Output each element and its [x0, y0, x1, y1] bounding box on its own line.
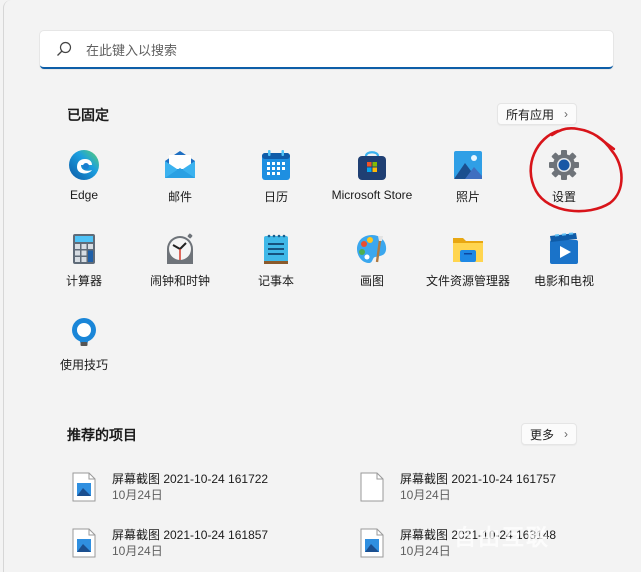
pinned-app-microsoft-store[interactable]: Microsoft Store [324, 142, 420, 216]
pinned-app-tips[interactable]: 使用技巧 [36, 310, 132, 384]
tips-lightbulb-icon [72, 318, 96, 346]
all-apps-label: 所有应用 [506, 107, 555, 122]
image-file-icon [72, 528, 96, 558]
store-icon [358, 151, 386, 180]
recommended-item-date: 10月24日 [112, 544, 163, 558]
recommended-item-name: 屏幕截图 2021-10-24 161722 [112, 472, 269, 486]
photos-icon [454, 151, 482, 179]
pinned-app-paint[interactable]: 画图 [324, 226, 420, 300]
pinned-app-file-explorer[interactable]: 文件资源管理器 [420, 226, 516, 300]
app-label: 使用技巧 [59, 358, 108, 372]
recommended-item[interactable]: 屏幕截图 2021-10-24 161757 10月24日 [360, 466, 600, 510]
more-button[interactable]: 更多 › [521, 423, 578, 445]
all-apps-button[interactable]: 所有应用 › [497, 103, 578, 125]
app-label: 闹钟和时钟 [149, 274, 210, 288]
edge-icon [69, 150, 99, 180]
image-file-icon [360, 528, 384, 558]
mail-icon [165, 151, 195, 178]
recommended-title: 推荐的项目 [67, 427, 137, 443]
pinned-app-calculator[interactable]: 计算器 [36, 226, 132, 300]
blank-file-icon [360, 472, 384, 502]
app-label: 记事本 [257, 274, 294, 288]
settings-gear-icon [549, 150, 579, 180]
app-label: Edge [69, 188, 99, 202]
recommended-item[interactable]: 屏幕截图 2021-10-24 161722 10月24日 [72, 466, 312, 510]
paint-palette-icon [357, 235, 387, 263]
calculator-icon [73, 234, 95, 264]
pinned-app-photos[interactable]: 照片 [420, 142, 516, 216]
search-icon [57, 41, 72, 56]
notepad-icon [264, 234, 288, 264]
recommended-item[interactable]: 屏幕截图 2021-10-24 163148 10月24日 [360, 522, 600, 566]
app-label: 日历 [263, 190, 288, 204]
pinned-title: 已固定 [67, 107, 109, 123]
pinned-app-settings[interactable]: 设置 [516, 142, 612, 216]
recommended-item-name: 屏幕截图 2021-10-24 161757 [400, 472, 557, 486]
search-input[interactable] [84, 37, 588, 63]
search-box[interactable] [40, 31, 613, 69]
chevron-right-icon: › [564, 427, 569, 441]
alarm-clock-icon [167, 233, 193, 264]
app-label: 邮件 [167, 190, 192, 204]
pinned-app-alarms-clock[interactable]: 闹钟和时钟 [132, 226, 228, 300]
app-label: Microsoft Store [331, 188, 413, 202]
recommended-item[interactable]: 屏幕截图 2021-10-24 161857 10月24日 [72, 522, 312, 566]
calendar-icon [262, 150, 290, 180]
app-label: 电影和电视 [533, 274, 594, 288]
recommended-item-date: 10月24日 [400, 544, 451, 558]
recommended-item-date: 10月24日 [400, 488, 451, 502]
more-label: 更多 [530, 427, 555, 442]
pinned-app-calendar[interactable]: 日历 [228, 142, 324, 216]
recommended-item-date: 10月24日 [112, 488, 163, 502]
app-label: 画图 [359, 274, 384, 288]
movies-tv-icon [550, 232, 578, 264]
chevron-right-icon: › [564, 107, 569, 121]
recommended-item-name: 屏幕截图 2021-10-24 163148 [400, 528, 557, 542]
pinned-app-notepad[interactable]: 记事本 [228, 226, 324, 300]
pinned-app-movies-tv[interactable]: 电影和电视 [516, 226, 612, 300]
app-label: 设置 [551, 190, 576, 204]
app-label: 文件资源管理器 [425, 274, 510, 288]
start-menu: 已固定 所有应用 › Edge 邮件 [3, 0, 641, 572]
pinned-app-edge[interactable]: Edge [36, 142, 132, 216]
pinned-app-mail[interactable]: 邮件 [132, 142, 228, 216]
app-label: 照片 [455, 190, 480, 204]
file-explorer-folder-icon [453, 238, 483, 262]
recommended-item-name: 屏幕截图 2021-10-24 161857 [112, 528, 269, 542]
image-file-icon [72, 472, 96, 502]
app-label: 计算器 [65, 274, 102, 288]
